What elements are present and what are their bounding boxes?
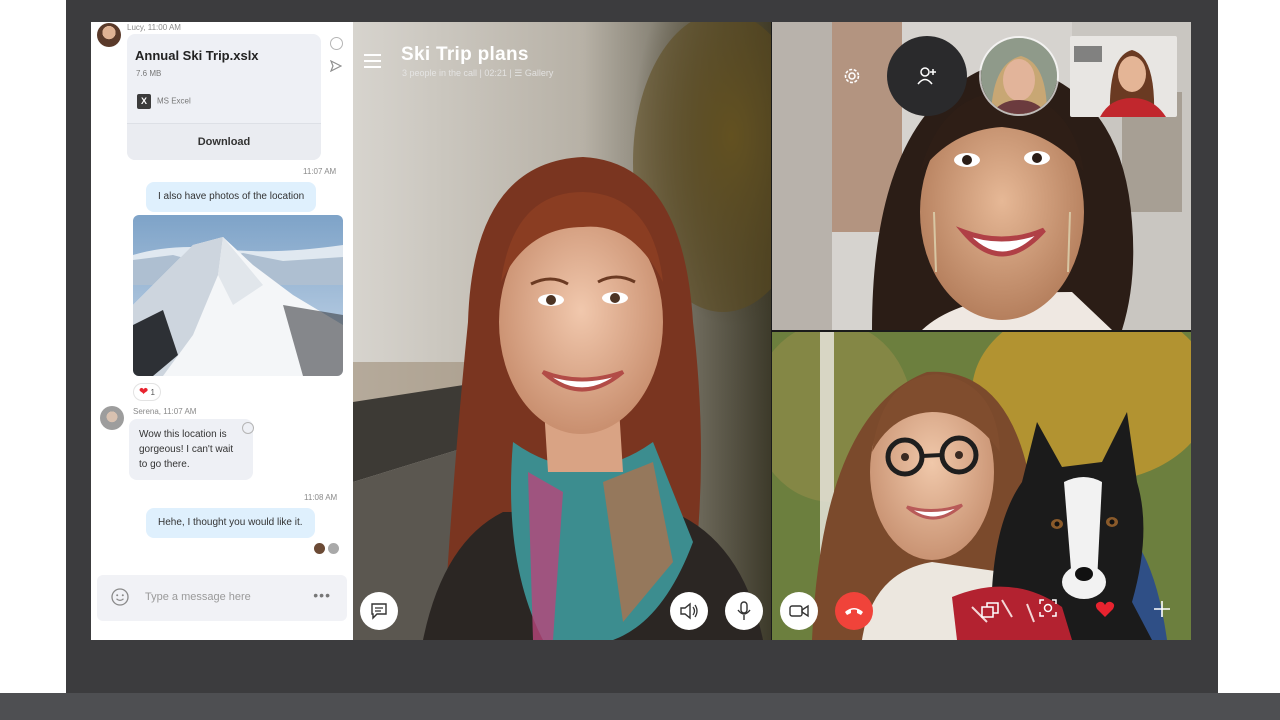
end-call-button[interactable]	[835, 592, 873, 630]
speaker-icon	[680, 602, 698, 620]
video-button[interactable]	[780, 592, 818, 630]
chat-panel: Lucy, 11:00 AM Annual Ski Trip.xslx 7.6 …	[91, 22, 353, 640]
lucy-avatar	[97, 23, 121, 47]
smiley-icon[interactable]	[111, 588, 129, 606]
file-type-label: MS Excel	[157, 96, 191, 106]
call-title: Ski Trip plans	[401, 44, 529, 65]
speaker-button[interactable]	[670, 592, 708, 630]
menu-icon[interactable]	[364, 54, 381, 68]
file-attachment-card[interactable]: Annual Ski Trip.xslx 7.6 MB X MS Excel Do…	[127, 34, 321, 160]
message-composer: Type a message here •••	[97, 575, 347, 621]
end-call-icon	[845, 608, 863, 615]
add-icon[interactable]	[1152, 599, 1172, 619]
serena-message-meta: Serena, 11:07 AM	[133, 407, 197, 416]
lucy-message-meta: Lucy, 11:00 AM	[127, 23, 181, 32]
microphone-button[interactable]	[725, 592, 763, 630]
file-name: Annual Ski Trip.xslx	[135, 48, 259, 63]
more-icon[interactable]: •••	[313, 587, 331, 603]
reaction-count: 1	[150, 388, 155, 397]
outgoing-message-reply: Hehe, I thought you would like it.	[146, 508, 315, 538]
serena-avatar	[100, 406, 124, 430]
chat-toggle-button[interactable]	[360, 592, 398, 630]
heart-reaction-badge[interactable]: ❤ 1	[134, 384, 160, 400]
read-receipt-avatar	[314, 543, 325, 554]
emoji-icon[interactable]	[330, 37, 343, 50]
participant-thumbnail[interactable]	[1070, 36, 1177, 117]
participant-video-2	[772, 332, 1191, 640]
serena-message-text: Wow this location is gorgeous! I can't w…	[139, 429, 234, 470]
chat-icon	[371, 603, 387, 620]
laptop-base	[0, 693, 1280, 720]
heart-icon: ❤	[139, 386, 149, 398]
heart-reaction-icon[interactable]	[1095, 599, 1115, 619]
timestamp-1: 11:07 AM	[303, 167, 337, 176]
emoji-icon[interactable]	[242, 422, 254, 434]
download-button[interactable]: Download	[127, 123, 321, 160]
incoming-message-serena: Wow this location is gorgeous! I can't w…	[129, 419, 253, 480]
screen-share-icon[interactable]	[980, 600, 1000, 620]
file-size: 7.6 MB	[136, 69, 162, 78]
outgoing-message-photos: I also have photos of the location	[146, 182, 317, 212]
read-receipt-avatar	[328, 543, 339, 554]
call-subtitle: 3 people in the call | 02:21 | ☰ Gallery	[402, 68, 554, 78]
add-person-button[interactable]	[887, 36, 967, 116]
video-camera-icon	[789, 604, 809, 618]
excel-icon: X	[137, 94, 151, 109]
skype-window: Lucy, 11:00 AM Annual Ski Trip.xslx 7.6 …	[91, 22, 1191, 640]
add-person-icon	[917, 67, 936, 85]
mountain-photo[interactable]	[133, 215, 343, 376]
file-type-row: X MS Excel	[137, 94, 191, 109]
snapshot-icon[interactable]	[1038, 598, 1058, 618]
microphone-icon	[737, 601, 751, 620]
timestamp-2: 11:08 AM	[304, 493, 338, 502]
message-input[interactable]: Type a message here	[145, 591, 251, 603]
main-video-feed	[353, 22, 771, 640]
self-view-thumbnail[interactable]	[979, 36, 1059, 116]
settings-icon[interactable]	[842, 66, 862, 86]
forward-icon[interactable]	[329, 59, 343, 73]
